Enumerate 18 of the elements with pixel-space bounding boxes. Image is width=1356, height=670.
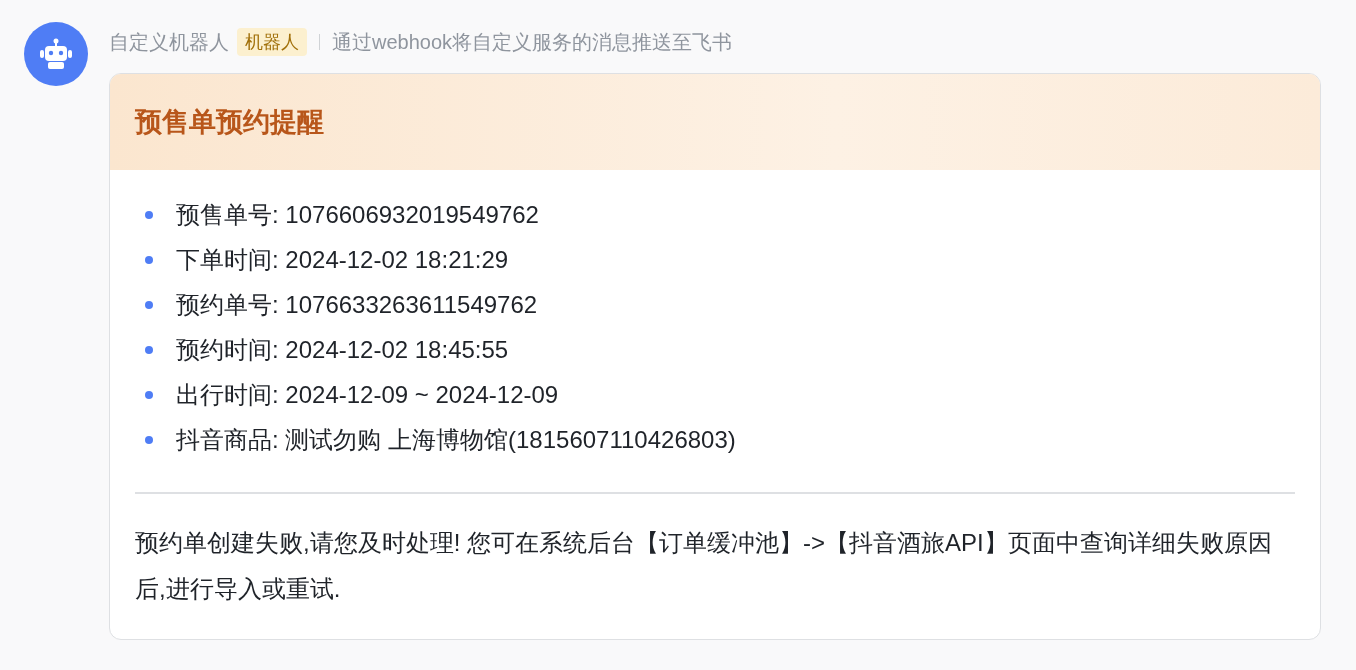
sender-description: 通过webhook将自定义服务的消息推送至飞书: [332, 29, 733, 55]
bullet-icon: [145, 255, 153, 264]
robot-avatar-icon: [24, 22, 88, 86]
list-item-text: 预售单号: 1076606932019549762: [176, 199, 539, 230]
list-item-text: 下单时间: 2024-12-02 18:21:29: [176, 244, 509, 275]
list-item-text: 出行时间: 2024-12-09 ~ 2024-12-09: [176, 379, 559, 410]
bot-tag: 机器人: [237, 28, 307, 56]
list-item-text: 预约时间: 2024-12-02 18:45:55: [176, 334, 509, 365]
list-item-text: 预约单号: 1076633263611549762: [176, 289, 538, 320]
bullet-icon: [145, 300, 153, 309]
card-title: 预售单预约提醒: [135, 106, 324, 139]
sender-name: 自定义机器人: [109, 29, 229, 55]
list-item-text: 抖音商品: 测试勿购 上海博物馆(1815607110426803): [176, 424, 736, 455]
bullet-icon: [145, 435, 153, 444]
bullet-icon: [145, 390, 153, 399]
note-text: 预约单创建失败,请您及时处理! 您可在系统后台【订单缓冲池】->【抖音酒旅API】页面中查询详细失败原因后,进行导入或重试.: [135, 528, 1273, 604]
bullet-icon: [145, 345, 153, 354]
bullet-icon: [145, 210, 153, 219]
